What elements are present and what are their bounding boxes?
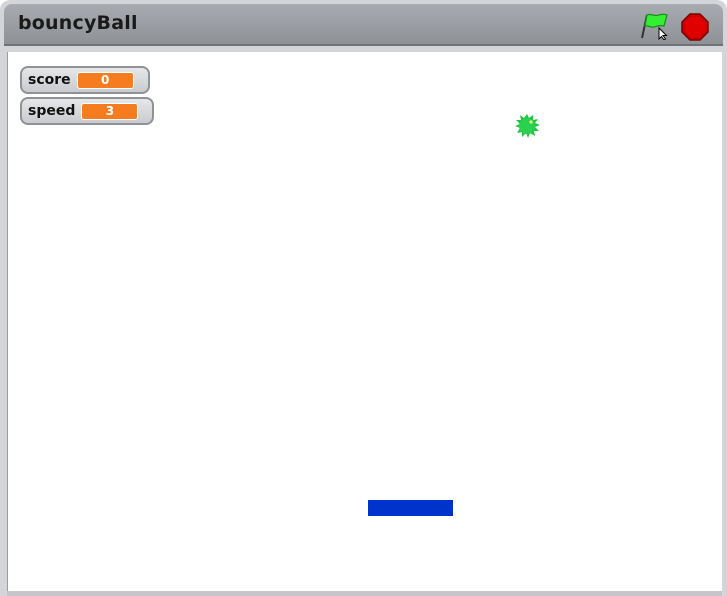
speed-variable-monitor[interactable]: speed 3 bbox=[20, 97, 154, 125]
score-variable-monitor[interactable]: score 0 bbox=[20, 66, 150, 94]
fuzzy-ball-icon bbox=[515, 114, 540, 138]
window-bottom-edge bbox=[7, 591, 722, 596]
green-flag-icon bbox=[641, 13, 668, 41]
title-bar: bouncyBall bbox=[4, 4, 723, 46]
ball-sprite[interactable] bbox=[513, 112, 541, 140]
project-title: bouncyBall bbox=[18, 12, 138, 34]
stop-sign-icon bbox=[681, 13, 709, 41]
green-flag-button[interactable] bbox=[638, 12, 670, 41]
stage[interactable]: score 0 speed 3 bbox=[7, 52, 722, 593]
speed-monitor-value: 3 bbox=[81, 102, 139, 120]
scratch-player-window: bouncyBall score 0 speed 3 bbox=[0, 0, 727, 596]
paddle-sprite[interactable] bbox=[368, 500, 453, 516]
speed-monitor-label: speed bbox=[28, 103, 76, 119]
score-monitor-value: 0 bbox=[76, 71, 134, 89]
score-monitor-label: score bbox=[28, 72, 71, 88]
stop-button[interactable] bbox=[681, 13, 709, 41]
